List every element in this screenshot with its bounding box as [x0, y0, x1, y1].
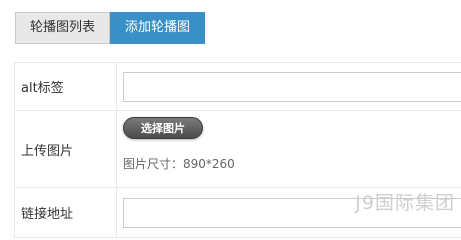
image-size-note: 图片尺寸：890*260 [123, 157, 235, 171]
link-label: 链接地址 [14, 187, 117, 238]
tab-add-carousel[interactable]: 添加轮播图 [110, 12, 205, 44]
upload-wrap: 选择图片 图片尺寸：890*260 [123, 111, 461, 187]
tab-bar: 轮播图列表 添加轮播图 [15, 12, 205, 44]
tab-carousel-list[interactable]: 轮播图列表 [15, 12, 110, 44]
alt-cell [116, 62, 461, 111]
choose-image-button[interactable]: 选择图片 [123, 117, 203, 139]
upload-label: 上传图片 [14, 110, 117, 188]
form-row-alt: alt标签 [14, 62, 461, 111]
watermark-logo: J9国际集团 [355, 192, 455, 214]
form-row-upload: 上传图片 选择图片 图片尺寸：890*260 [14, 110, 461, 188]
alt-label: alt标签 [14, 62, 117, 111]
alt-input[interactable] [123, 71, 461, 102]
upload-cell: 选择图片 图片尺寸：890*260 [116, 110, 461, 188]
